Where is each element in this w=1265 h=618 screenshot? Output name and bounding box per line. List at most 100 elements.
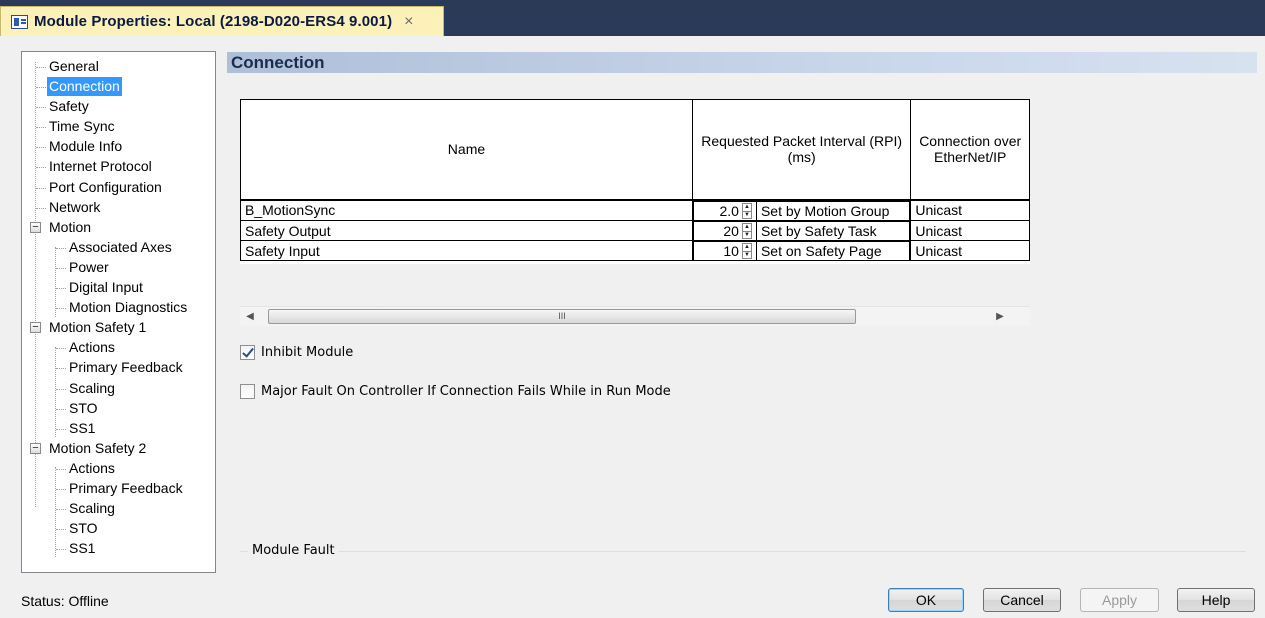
- connection-table[interactable]: Name Requested Packet Interval (RPI) (ms…: [240, 99, 1030, 264]
- rpi-spinner[interactable]: ▲ ▼: [741, 242, 752, 259]
- tree-item-label[interactable]: Scaling: [67, 379, 117, 398]
- tree-item-label[interactable]: Motion Safety 2: [47, 439, 148, 458]
- column-header-rpi[interactable]: Requested Packet Interval (RPI) (ms): [691, 99, 912, 201]
- rpi-cell[interactable]: 20 ▲ ▼ Set by Safety Task: [692, 220, 911, 241]
- tree-item[interactable]: Time Sync: [22, 117, 215, 137]
- tree-item-label[interactable]: STO: [67, 399, 100, 418]
- tree-item[interactable]: Module Info: [22, 137, 215, 157]
- tree-item[interactable]: Port Configuration: [22, 178, 215, 198]
- tree-item[interactable]: Primary Feedback: [22, 358, 215, 378]
- tree-item-label[interactable]: Digital Input: [67, 278, 145, 297]
- tree-item[interactable]: SS1: [22, 419, 215, 439]
- tree-item-label[interactable]: Network: [47, 198, 102, 217]
- rpi-value[interactable]: 2.0: [694, 203, 742, 219]
- inhibit-module-option[interactable]: Inhibit Module: [240, 345, 353, 360]
- connection-name-cell[interactable]: B_MotionSync: [240, 199, 693, 221]
- tree-item-label[interactable]: Actions: [67, 459, 117, 478]
- column-header-name[interactable]: Name: [240, 99, 693, 201]
- tree-item[interactable]: Actions: [22, 338, 215, 358]
- table-row[interactable]: Safety Input 10 ▲ ▼ Set on Safety Page Unicas…: [240, 240, 1030, 261]
- tree-item[interactable]: General: [22, 57, 215, 77]
- inhibit-module-checkbox[interactable]: [240, 345, 255, 360]
- scrollbar-thumb[interactable]: III: [268, 309, 856, 324]
- tree-item[interactable]: Internet Protocol: [22, 157, 215, 177]
- rpi-spinner[interactable]: ▲ ▼: [741, 202, 752, 219]
- tree-item[interactable]: Scaling: [22, 379, 215, 399]
- tree-item-label[interactable]: SS1: [67, 419, 97, 438]
- tree-item[interactable]: SS1: [22, 539, 215, 559]
- major-fault-checkbox[interactable]: [240, 384, 255, 399]
- tree-item-label[interactable]: Primary Feedback: [67, 479, 185, 498]
- tree-item[interactable]: − Motion Safety 2: [22, 439, 215, 459]
- spin-up-icon[interactable]: ▲: [743, 244, 751, 251]
- tree-connector: [56, 267, 66, 269]
- tree-item-label[interactable]: Actions: [67, 338, 117, 357]
- collapse-icon[interactable]: −: [30, 322, 41, 334]
- spin-down-icon[interactable]: ▼: [742, 250, 751, 259]
- spin-up-icon[interactable]: ▲: [743, 224, 751, 231]
- category-tree[interactable]: General Connection Safety Time Sync Module I…: [21, 51, 216, 573]
- tree-item[interactable]: Associated Axes: [22, 238, 215, 258]
- tree-item[interactable]: Network: [22, 198, 215, 218]
- tree-item-label[interactable]: Power: [67, 258, 111, 277]
- tree-item-label[interactable]: Connection: [47, 77, 122, 97]
- spin-down-icon[interactable]: ▼: [742, 230, 751, 239]
- tree-connector: [36, 207, 46, 209]
- tree-item-label[interactable]: SS1: [67, 539, 97, 558]
- tree-item[interactable]: STO: [22, 399, 215, 419]
- rpi-spinner[interactable]: ▲ ▼: [741, 222, 752, 239]
- tree-item[interactable]: STO: [22, 519, 215, 539]
- tree-item-label[interactable]: Safety: [47, 97, 91, 116]
- tree-item[interactable]: Scaling: [22, 499, 215, 519]
- collapse-icon[interactable]: −: [30, 221, 41, 233]
- rpi-value[interactable]: 10: [694, 243, 742, 259]
- tree-item[interactable]: Primary Feedback: [22, 479, 215, 499]
- tree-item-label[interactable]: Scaling: [67, 499, 117, 518]
- connection-type-cell[interactable]: Unicast: [910, 220, 1030, 241]
- document-tab[interactable]: Module Properties: Local (2198-D020-ERS4…: [0, 6, 444, 36]
- tree-item[interactable]: − Motion: [22, 218, 215, 238]
- rpi-cell[interactable]: 10 ▲ ▼ Set on Safety Page: [692, 240, 911, 261]
- tree-item-label[interactable]: Associated Axes: [67, 238, 174, 257]
- tree-item[interactable]: Digital Input: [22, 278, 215, 298]
- major-fault-option[interactable]: Major Fault On Controller If Connection …: [240, 384, 671, 399]
- rpi-cell[interactable]: 2.0 ▲ ▼ Set by Motion Group: [692, 200, 911, 221]
- tree-item[interactable]: − Motion Safety 1: [22, 318, 215, 338]
- scroll-right-icon[interactable]: ▶: [992, 309, 1008, 325]
- tree-item-label[interactable]: Motion Safety 1: [47, 318, 148, 337]
- apply-button[interactable]: Apply: [1080, 588, 1159, 612]
- tree-item-label[interactable]: STO: [67, 519, 100, 538]
- tree-item-label[interactable]: Motion Diagnostics: [67, 298, 189, 317]
- table-row[interactable]: Safety Output 20 ▲ ▼ Set by Safety Task Unica…: [240, 220, 1030, 241]
- tree-item[interactable]: Connection: [22, 77, 215, 97]
- help-button[interactable]: Help: [1177, 588, 1255, 612]
- table-row[interactable]: B_MotionSync 2.0 ▲ ▼ Set by Motion Group Unic…: [240, 199, 1030, 221]
- tree-item-label[interactable]: Module Info: [47, 137, 124, 156]
- tree-item-label[interactable]: Motion: [47, 218, 93, 237]
- tree-item[interactable]: Power: [22, 258, 215, 278]
- collapse-icon[interactable]: −: [30, 442, 41, 454]
- connection-name-cell[interactable]: Safety Input: [240, 240, 693, 261]
- spin-down-icon[interactable]: ▼: [742, 210, 751, 219]
- ok-button[interactable]: OK: [888, 588, 964, 612]
- rpi-value[interactable]: 20: [694, 223, 742, 239]
- close-tab-icon[interactable]: ×: [404, 13, 413, 31]
- spin-up-icon[interactable]: ▲: [743, 204, 751, 211]
- tree-item[interactable]: Actions: [22, 459, 215, 479]
- tree-item-label[interactable]: General: [47, 57, 101, 76]
- major-fault-label[interactable]: Major Fault On Controller If Connection …: [261, 384, 671, 399]
- tree-item[interactable]: Safety: [22, 97, 215, 117]
- tree-item-label[interactable]: Primary Feedback: [67, 358, 185, 377]
- horizontal-scrollbar[interactable]: ◀ III ▶: [240, 306, 1030, 326]
- column-header-connection[interactable]: Connection over EtherNet/IP: [910, 99, 1030, 201]
- tree-item-label[interactable]: Internet Protocol: [47, 157, 154, 176]
- tree-item-label[interactable]: Time Sync: [47, 117, 117, 136]
- connection-name-cell[interactable]: Safety Output: [240, 220, 693, 241]
- tree-item-label[interactable]: Port Configuration: [47, 178, 164, 197]
- inhibit-module-label[interactable]: Inhibit Module: [261, 345, 353, 360]
- connection-type-cell[interactable]: Unicast: [910, 199, 1030, 221]
- tree-item[interactable]: Motion Diagnostics: [22, 298, 215, 318]
- cancel-button[interactable]: Cancel: [983, 588, 1061, 612]
- scroll-left-icon[interactable]: ◀: [242, 309, 258, 325]
- connection-type-cell[interactable]: Unicast: [910, 240, 1030, 261]
